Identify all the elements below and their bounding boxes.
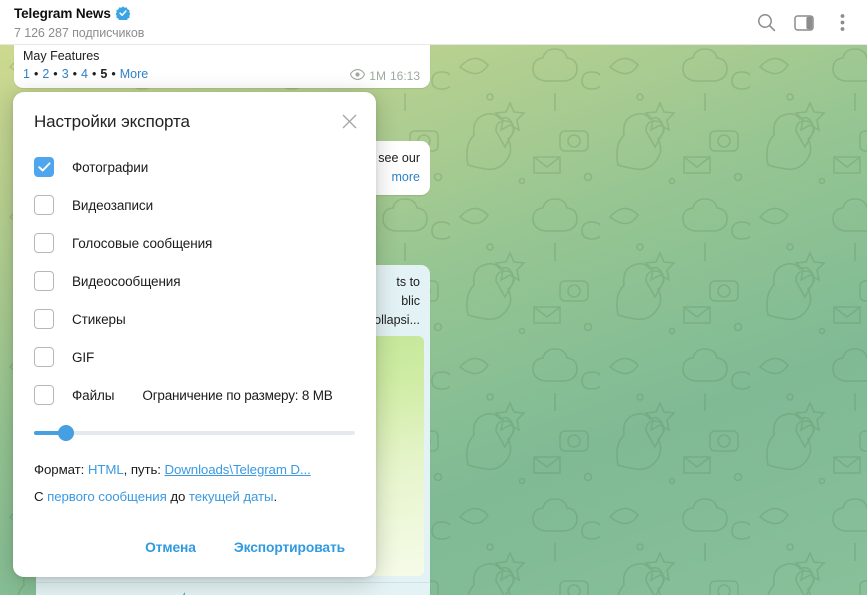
option-label-files: Файлы (72, 387, 115, 403)
cancel-button[interactable]: Отмена (134, 533, 207, 562)
view-count: 1M (369, 69, 386, 83)
search-icon[interactable] (749, 6, 783, 40)
slider-track[interactable] (34, 431, 355, 435)
option-row-video-messages[interactable]: Видеосообщения (34, 262, 355, 300)
separator-dot: • (53, 67, 58, 81)
checkbox-videos[interactable] (34, 195, 54, 215)
checkbox-voice-messages[interactable] (34, 233, 54, 253)
option-row-stickers[interactable]: Стикеры (34, 300, 355, 338)
page-link-1[interactable]: 1 (23, 66, 30, 82)
chat-title-row[interactable]: Telegram News (14, 4, 144, 22)
option-label-gif: GIF (72, 349, 95, 365)
verified-badge-icon (115, 6, 131, 22)
more-link[interactable]: More (120, 66, 148, 82)
more-vertical-icon[interactable] (825, 6, 859, 40)
option-row-gif[interactable]: GIF (34, 338, 355, 376)
range-suffix: . (273, 489, 278, 504)
page-link-3[interactable]: 3 (62, 66, 69, 82)
size-limit-label: Ограничение по размеру: 8 MB (142, 387, 333, 403)
dialog-header: Настройки экспорта (13, 92, 376, 148)
checkbox-video-messages[interactable] (34, 271, 54, 291)
dialog-body: Фотографии Видеозаписи Голосовые сообщен… (13, 148, 376, 504)
option-row-videos[interactable]: Видеозаписи (34, 186, 355, 224)
page-link-2[interactable]: 2 (42, 66, 49, 82)
option-row-photos[interactable]: Фотографии (34, 148, 355, 186)
chat-header-bar: Telegram News 7 126 287 подписчиков (0, 0, 867, 45)
option-row-files[interactable]: Файлы Ограничение по размеру: 8 MB (34, 376, 355, 414)
separator-dot: • (91, 67, 97, 81)
eye-icon (350, 69, 366, 83)
date-range-line: С первого сообщения до текущей даты. (34, 489, 355, 504)
separator-dot: • (111, 67, 116, 81)
slider-thumb[interactable] (58, 425, 75, 441)
checkbox-stickers[interactable] (34, 309, 54, 329)
message-bubble-may-features[interactable]: May Features 1 • 2 • 3 • 4 • 5 • More 1M… (14, 45, 430, 88)
page-link-4[interactable]: 4 (81, 66, 88, 82)
option-label-videos: Видеозаписи (72, 197, 154, 213)
range-middle: до (166, 489, 189, 504)
subscriber-count: 7 126 287 подписчиков (14, 26, 145, 40)
message-time: 16:13 (389, 69, 420, 83)
format-middle: , путь: (123, 462, 165, 477)
export-button[interactable]: Экспортировать (223, 533, 356, 562)
page-link-5-current[interactable]: 5 (100, 66, 107, 82)
range-to-link[interactable]: текущей даты (189, 489, 274, 504)
chat-header-actions (749, 0, 859, 45)
export-settings-dialog[interactable]: Настройки экспорта Фотографии Видеозапис… (13, 92, 376, 577)
separator-dot: • (72, 67, 78, 81)
dialog-footer: Отмена Экспортировать (13, 517, 376, 577)
checkbox-photos[interactable] (34, 157, 54, 177)
range-from-link[interactable]: первого сообщения (47, 489, 167, 504)
separator-dot: • (33, 67, 39, 81)
bubble-meta: 1M 16:13 (350, 69, 420, 83)
page-title: Telegram News (14, 5, 111, 21)
path-value-link[interactable]: Downloads\Telegram D... (164, 462, 310, 477)
format-path-line: Формат: HTML, путь: Downloads\Telegram D… (34, 462, 355, 477)
telegram-desktop-window: May Features 1 • 2 • 3 • 4 • 5 • More 1M… (0, 0, 867, 595)
view-post-button[interactable]: ПОСМОТРЕТЬ (36, 583, 430, 595)
dialog-title: Настройки экспорта (34, 112, 190, 131)
option-label-voice-messages: Голосовые сообщения (72, 235, 213, 251)
format-value-link[interactable]: HTML (88, 462, 124, 477)
option-row-voice-messages[interactable]: Голосовые сообщения (34, 224, 355, 262)
bubble-title: May Features (23, 49, 100, 63)
checkbox-files[interactable] (34, 385, 54, 405)
chat-header-info[interactable]: Telegram News 7 126 287 подписчиков (14, 4, 145, 41)
close-icon[interactable] (336, 108, 362, 134)
sidebar-panel-icon[interactable] (787, 6, 821, 40)
range-prefix: С (34, 489, 48, 504)
format-prefix: Формат: (34, 462, 88, 477)
option-label-photos: Фотографии (72, 159, 149, 175)
option-label-stickers: Стикеры (72, 311, 126, 327)
option-label-video-messages: Видеосообщения (72, 273, 181, 289)
size-limit-slider[interactable] (34, 420, 355, 446)
checkbox-gif[interactable] (34, 347, 54, 367)
